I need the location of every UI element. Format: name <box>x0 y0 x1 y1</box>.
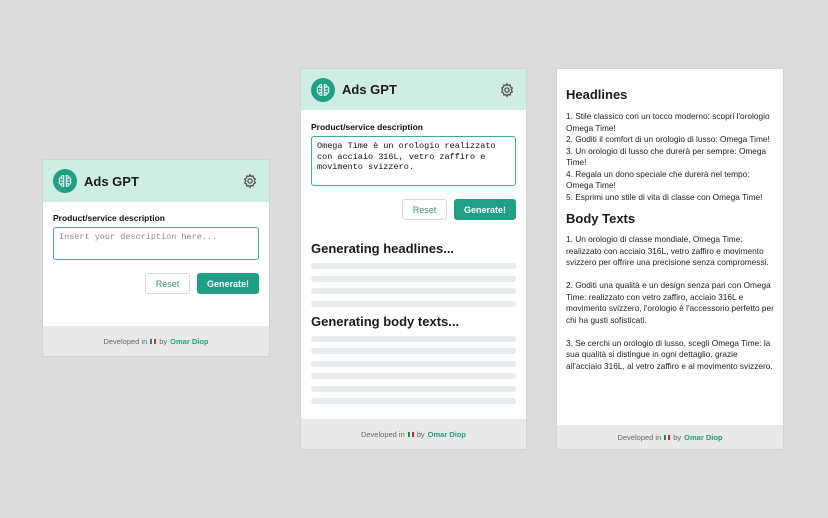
author-link[interactable]: Omar Diop <box>684 433 722 442</box>
footer-by: by <box>416 429 425 439</box>
headlines-title: Headlines <box>566 87 628 102</box>
generate-button[interactable]: Generate! <box>197 273 259 294</box>
headline-item: 5. Esprimi uno stile di vita di classe c… <box>566 191 763 202</box>
body-text-item: 1. Un orologio di classe mondiale, Omega… <box>566 234 769 267</box>
skeleton-line <box>311 335 516 342</box>
skeleton-line <box>311 360 516 367</box>
app-header: Ads GPT <box>43 160 269 202</box>
footer-prefix: Developed in <box>103 336 148 346</box>
generating-body-title: Generating body texts... <box>311 313 460 329</box>
gear-icon[interactable] <box>498 81 516 99</box>
skeleton-line <box>311 398 516 404</box>
body-skeleton <box>311 335 516 404</box>
headlines-skeleton <box>311 263 516 307</box>
footer-by: by <box>673 432 682 442</box>
body-texts-title: Body Texts <box>566 211 636 226</box>
skeleton-line <box>311 300 516 307</box>
skeleton-line <box>311 288 516 294</box>
italy-flag-icon <box>407 431 414 437</box>
popup-empty-state: Ads GPT Product/service description Rese… <box>43 160 269 356</box>
brain-icon <box>53 169 77 193</box>
headline-item: 3. Un orologio di lusso che durerà per s… <box>566 145 767 168</box>
body-text-item: 3. Se cerchi un orologio di lusso, scegl… <box>566 337 773 371</box>
skeleton-line <box>311 275 516 282</box>
italy-flag-icon <box>150 338 157 344</box>
footer-by: by <box>159 336 168 346</box>
description-input[interactable] <box>53 227 259 260</box>
headline-item: 2. Goditi il comfort di un orologio di l… <box>566 134 770 144</box>
italy-flag-icon <box>664 434 671 440</box>
footer: Developed in by Omar Diop <box>557 425 783 449</box>
skeleton-line <box>311 263 516 269</box>
skeleton-line <box>311 348 516 354</box>
footer-prefix: Developed in <box>617 432 662 442</box>
description-label: Product/service description <box>311 122 423 132</box>
brain-icon <box>311 77 335 102</box>
headline-item: 1. Stile classico con un tocco moderno: … <box>566 111 770 133</box>
body-text-item: 2. Goditi una qualità e un design senza … <box>566 280 774 325</box>
description-label: Product/service description <box>53 213 165 223</box>
footer: Developed in by Omar Diop <box>43 326 269 356</box>
app-title: Ads GPT <box>84 173 139 189</box>
gear-icon[interactable] <box>241 172 259 190</box>
footer: Developed in by Omar Diop <box>301 419 526 449</box>
author-link[interactable]: Omar Diop <box>428 430 466 439</box>
reset-button[interactable]: Reset <box>145 273 190 294</box>
app-header: Ads GPT <box>301 69 526 110</box>
generating-headlines-title: Generating headlines... <box>311 241 455 256</box>
reset-button[interactable]: Reset <box>402 199 447 220</box>
skeleton-line <box>311 385 516 392</box>
author-link[interactable]: Omar Diop <box>170 337 208 346</box>
popup-loading-state: Ads GPT Product/service description Omeg… <box>301 69 526 449</box>
skeleton-line <box>311 373 516 379</box>
generate-button[interactable]: Generate! <box>454 199 516 220</box>
app-title: Ads GPT <box>342 82 397 97</box>
footer-prefix: Developed in <box>360 429 405 439</box>
popup-results-state: Headlines 1. Stile classico con un tocco… <box>557 69 783 449</box>
headline-item: 4. Regala un dono speciale che durerà ne… <box>566 168 750 191</box>
description-input[interactable]: Omega Time è un orologio realizzato con … <box>311 136 516 186</box>
